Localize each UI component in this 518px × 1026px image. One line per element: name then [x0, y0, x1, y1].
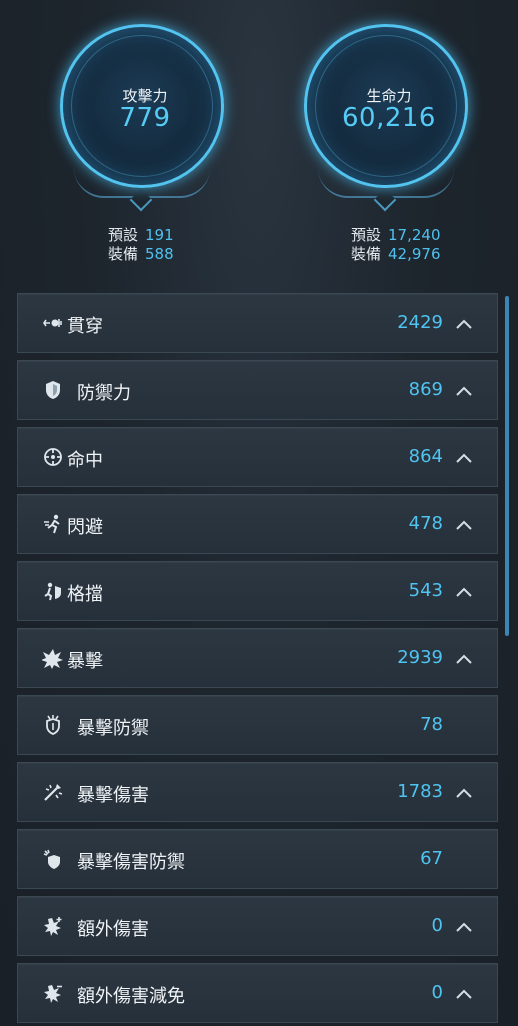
- hp-orb-ring: 生命力 60,216: [304, 24, 468, 188]
- stat-row-defense[interactable]: 防禦力 869: [17, 360, 498, 420]
- stat-value: 869: [408, 379, 443, 400]
- hp-value: 60,216: [342, 103, 436, 133]
- stat-row-damage-reduction[interactable]: 額外傷害減免 0: [17, 963, 498, 1023]
- attack-orb: 攻擊力 779: [60, 24, 226, 212]
- hp-default-value: 17,240: [388, 226, 441, 244]
- stat-row-piercing[interactable]: 貫穿 2429: [17, 293, 498, 353]
- stat-label: 額外傷害減免: [77, 986, 185, 1007]
- critical-icon: [42, 647, 64, 669]
- stat-value: 543: [408, 580, 443, 601]
- chevron-up-icon[interactable]: [455, 651, 473, 665]
- critical-defense-icon: [42, 714, 64, 736]
- chevron-up-icon[interactable]: [455, 785, 473, 799]
- stat-row-critical-damage[interactable]: 暴擊傷害 1783: [17, 762, 498, 822]
- chevron-up-icon[interactable]: [455, 517, 473, 531]
- stat-value: 2939: [397, 647, 443, 668]
- stat-value: 864: [408, 446, 443, 467]
- shield-icon: [42, 379, 64, 401]
- stat-row-block[interactable]: 格擋 543: [17, 561, 498, 621]
- stat-list: 貫穿 2429 防禦力 869 命中 864 閃避 478 格擋 543 暴擊 …: [17, 293, 498, 1026]
- stat-value: 0: [431, 982, 443, 1003]
- chevron-up-icon[interactable]: [455, 919, 473, 933]
- evasion-icon: [42, 513, 64, 535]
- hp-label: 生命力: [366, 87, 412, 105]
- additional-damage-icon: [42, 915, 64, 937]
- stat-row-critical-defense: 暴擊防禦 78: [17, 695, 498, 755]
- attack-orb-ring: 攻擊力 779: [60, 24, 224, 188]
- chevron-up-icon[interactable]: [455, 986, 473, 1000]
- stat-value: 67: [420, 848, 443, 869]
- critical-damage-defense-icon: [42, 848, 64, 870]
- attack-default-value: 191: [145, 226, 174, 244]
- chevron-up-icon[interactable]: [455, 383, 473, 397]
- chevron-up-icon[interactable]: [455, 450, 473, 464]
- stat-label: 暴擊: [67, 651, 103, 672]
- damage-reduction-icon: [42, 982, 64, 1004]
- stat-value: 0: [431, 915, 443, 936]
- attack-value: 779: [119, 103, 171, 133]
- stat-value: 478: [408, 513, 443, 534]
- attack-label: 攻擊力: [122, 87, 168, 105]
- stat-orbs: 攻擊力 779 生命力 60,216 預設 191 裝備 588 預設 17,2…: [0, 0, 518, 280]
- stat-label: 暴擊傷害防禦: [77, 852, 185, 873]
- attack-equip-value: 588: [145, 245, 174, 263]
- critical-damage-icon: [42, 781, 64, 803]
- piercing-icon: [42, 312, 64, 334]
- stat-label: 貫穿: [67, 316, 103, 337]
- crosshair-icon: [42, 446, 64, 468]
- stat-value: 1783: [397, 781, 443, 802]
- hp-orb: 生命力 60,216: [304, 24, 470, 212]
- stat-label: 防禦力: [77, 383, 131, 404]
- stat-row-accuracy[interactable]: 命中 864: [17, 427, 498, 487]
- chevron-up-icon[interactable]: [455, 316, 473, 330]
- stat-row-evasion[interactable]: 閃避 478: [17, 494, 498, 554]
- stat-label: 閃避: [67, 517, 103, 538]
- scrollbar[interactable]: [505, 296, 509, 636]
- block-icon: [42, 580, 64, 602]
- attack-breakdown: 預設 191 裝備 588: [108, 226, 174, 264]
- character-stats-panel: 攻擊力 779 生命力 60,216 預設 191 裝備 588 預設 17,2…: [0, 0, 518, 1026]
- attack-equip-label: 裝備: [108, 245, 139, 263]
- hp-default-label: 預設: [351, 226, 382, 244]
- hp-equip-value: 42,976: [388, 245, 441, 263]
- stat-label: 命中: [67, 450, 103, 471]
- stat-row-additional-damage[interactable]: 額外傷害 0: [17, 896, 498, 956]
- stat-row-critical[interactable]: 暴擊 2939: [17, 628, 498, 688]
- chevron-up-icon[interactable]: [455, 584, 473, 598]
- stat-value: 2429: [397, 312, 443, 333]
- stat-label: 格擋: [67, 584, 103, 605]
- hp-breakdown: 預設 17,240 裝備 42,976: [351, 226, 441, 264]
- stat-value: 78: [420, 714, 443, 735]
- stat-label: 暴擊傷害: [77, 785, 149, 806]
- stat-label: 額外傷害: [77, 919, 149, 940]
- stat-label: 暴擊防禦: [77, 718, 149, 739]
- hp-equip-label: 裝備: [351, 245, 382, 263]
- stat-row-critical-damage-defense: 暴擊傷害防禦 67: [17, 829, 498, 889]
- attack-default-label: 預設: [108, 226, 139, 244]
